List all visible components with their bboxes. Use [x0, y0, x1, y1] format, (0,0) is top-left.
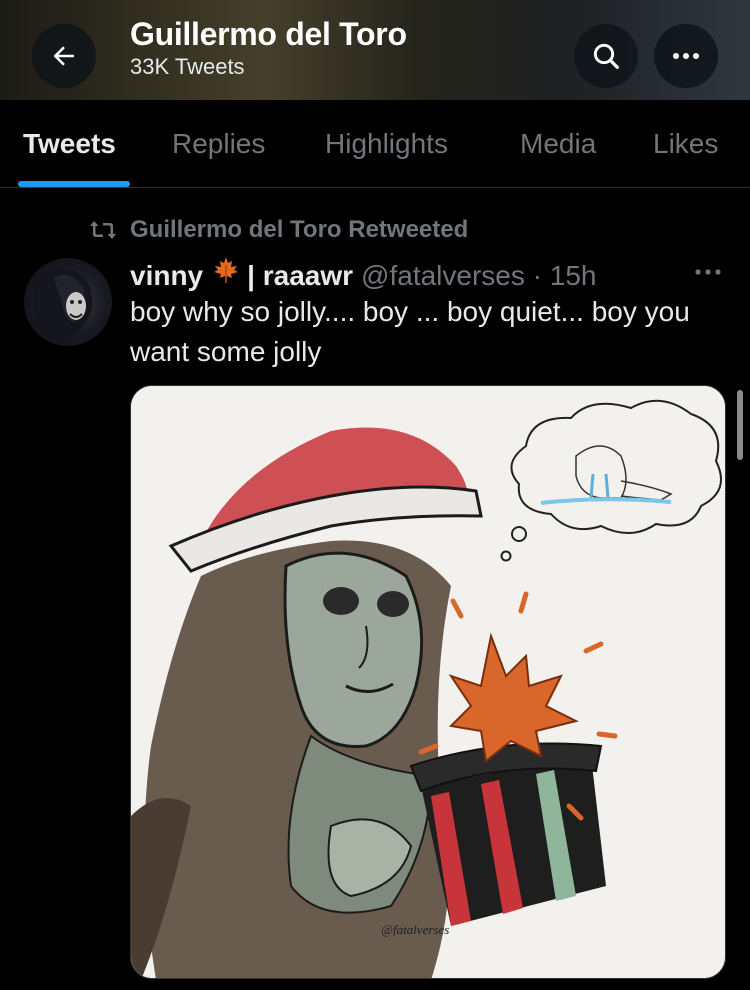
- handle-and-time[interactable]: @fatalverses · 15h: [361, 260, 596, 292]
- more-horizontal-icon: [695, 269, 721, 275]
- tab-likes[interactable]: Likes: [653, 128, 718, 160]
- retweet-label: Guillermo del Toro Retweeted: [130, 216, 469, 243]
- back-button[interactable]: [32, 24, 96, 88]
- search-icon: [593, 43, 619, 69]
- more-button[interactable]: [654, 24, 718, 88]
- tab-tweets[interactable]: Tweets: [23, 128, 116, 160]
- profile-name: Guillermo del Toro: [130, 16, 407, 52]
- avatar[interactable]: [24, 258, 112, 346]
- retweet-icon: [90, 221, 116, 239]
- active-tab-indicator: [18, 181, 130, 187]
- artist-signature: @fatalverses: [381, 922, 449, 937]
- scrollbar[interactable]: [737, 390, 743, 460]
- profile-header: Guillermo del Toro 33K Tweets: [0, 0, 750, 100]
- search-button[interactable]: [574, 24, 638, 88]
- illustration: @fatalverses: [131, 386, 725, 978]
- arrow-left-icon: [53, 46, 74, 66]
- tweet-header: vinny | raaawr @fatalverses · 15h: [130, 255, 690, 292]
- display-name[interactable]: vinny: [130, 260, 203, 292]
- tweet-more-button[interactable]: [690, 262, 726, 282]
- tweet-text: boy why so jolly.... boy ... boy quiet..…: [130, 296, 690, 367]
- tweet-image[interactable]: @fatalverses: [130, 385, 726, 979]
- tweet-count: 33K Tweets: [130, 54, 245, 79]
- more-horizontal-icon: [673, 53, 699, 59]
- tab-highlights[interactable]: Highlights: [325, 128, 448, 160]
- avatar-art: [34, 269, 93, 346]
- profile-tabs: Tweets Replies Highlights Media Likes: [0, 100, 750, 188]
- tab-replies[interactable]: Replies: [172, 128, 265, 160]
- retweet-context[interactable]: Guillermo del Toro Retweeted: [88, 216, 468, 244]
- tab-media[interactable]: Media: [520, 128, 596, 160]
- maple-leaf-icon: [211, 255, 241, 292]
- display-name-suffix[interactable]: | raaawr: [247, 260, 353, 292]
